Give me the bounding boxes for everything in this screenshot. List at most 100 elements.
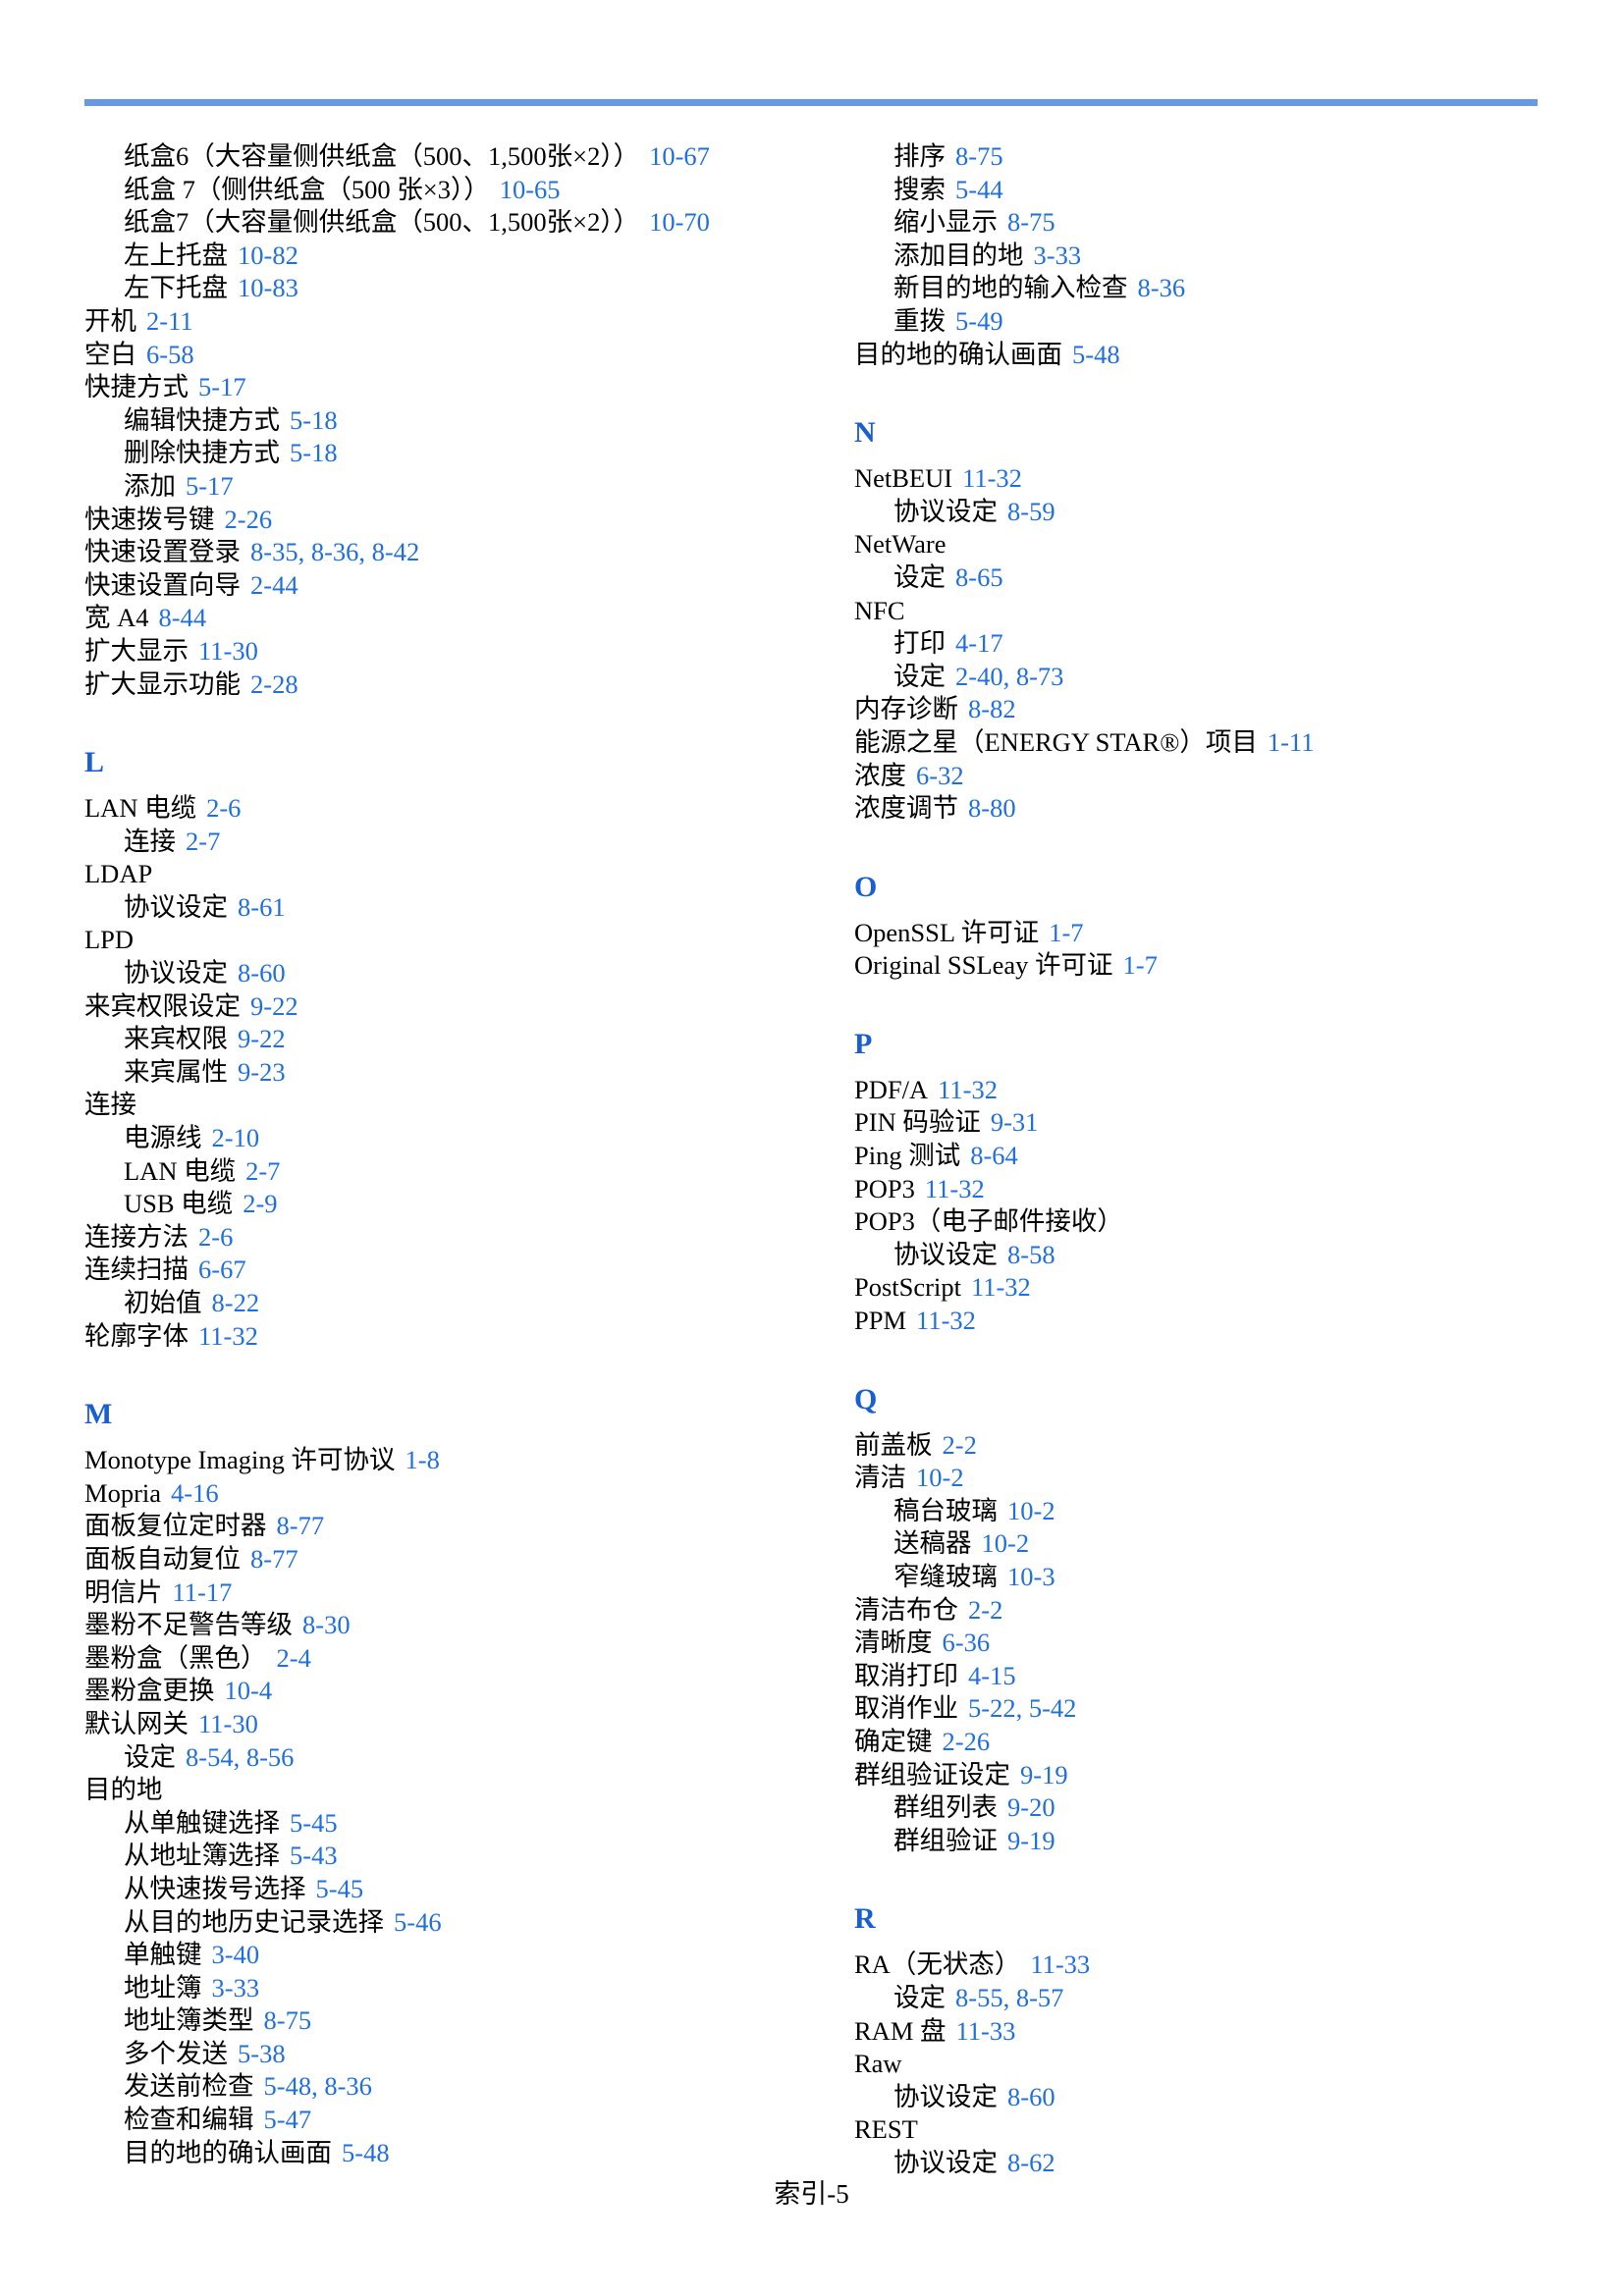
index-entry-page-reference[interactable]: 8-61 <box>238 892 286 922</box>
index-entry-page-reference[interactable]: 8-77 <box>250 1544 298 1574</box>
index-entry-page-reference[interactable]: 8-60 <box>238 958 286 988</box>
index-section: O OpenSSL 许可证 1-7 Original SSLeay 许可证 1-7 <box>854 871 1581 983</box>
index-entry-page-reference[interactable]: 10-82 <box>238 240 298 270</box>
index-entry-page-reference[interactable]: 11-32 <box>198 1321 258 1351</box>
index-entry-page-reference[interactable]: 1-7 <box>1049 918 1083 947</box>
index-entry-page-reference[interactable]: 2-6 <box>198 1222 233 1252</box>
index-entry-page-reference[interactable]: 10-3 <box>1007 1562 1055 1591</box>
index-entry-page-reference[interactable]: 9-22 <box>238 1024 286 1053</box>
index-entry-page-reference[interactable]: 8-75 <box>955 141 1003 171</box>
index-entry-page-reference[interactable]: 1-7 <box>1123 950 1158 980</box>
index-entry-page-reference[interactable]: 8-75 <box>264 2005 312 2035</box>
index-entry-page-reference[interactable]: 3-33 <box>1034 240 1082 270</box>
index-entry-page-reference[interactable]: 10-65 <box>500 175 561 204</box>
index-entry-page-reference[interactable]: 9-31 <box>991 1107 1039 1137</box>
index-entry-page-reference[interactable]: 8-36 <box>1138 273 1186 302</box>
index-entry-page-reference[interactable]: 11-33 <box>956 2016 1016 2046</box>
index-entry-page-reference[interactable]: 6-67 <box>198 1255 246 1284</box>
index-entry-page-reference[interactable]: 2-44 <box>250 570 298 600</box>
index-entry-page-reference[interactable]: 2-26 <box>225 505 273 534</box>
index-entry-page-reference[interactable]: 5-43 <box>290 1841 338 1870</box>
index-entry-page-reference[interactable]: 10-2 <box>982 1528 1030 1558</box>
index-entry-page-reference[interactable]: 5-48, 8-36 <box>264 2071 372 2101</box>
index-entry-page-reference[interactable]: 2-2 <box>968 1595 1002 1625</box>
index-entry-page-reference[interactable]: 2-26 <box>943 1727 991 1756</box>
index-entry-page-reference[interactable]: 5-48 <box>1072 340 1120 369</box>
index-entry-page-reference[interactable]: 8-58 <box>1007 1240 1055 1269</box>
index-entry-page-reference[interactable]: 8-82 <box>968 694 1016 723</box>
index-entry-page-reference[interactable]: 5-18 <box>290 438 338 467</box>
index-entry-page-reference[interactable]: 10-4 <box>225 1676 273 1705</box>
index-entry-page-reference[interactable]: 8-54, 8-56 <box>186 1742 294 1772</box>
index-entry-page-reference[interactable]: 8-80 <box>968 793 1016 823</box>
index-entry-page-reference[interactable]: 4-16 <box>171 1478 219 1508</box>
index-entry-page-reference[interactable]: 2-10 <box>212 1123 260 1152</box>
index-entry-page-reference[interactable]: 3-33 <box>212 1973 260 2002</box>
index-entry-page-reference[interactable]: 2-7 <box>245 1156 280 1186</box>
index-entry-page-reference[interactable]: 10-2 <box>1007 1496 1055 1525</box>
index-entry-page-reference[interactable]: 11-32 <box>971 1272 1031 1302</box>
index-entry-page-reference[interactable]: 4-17 <box>955 628 1003 658</box>
index-entry-page-reference[interactable]: 5-48 <box>342 2138 390 2167</box>
index-entry-page-reference[interactable]: 8-35, 8-36, 8-42 <box>250 537 419 566</box>
index-entry-page-reference[interactable]: 2-11 <box>146 306 193 336</box>
index-entry: 打印 4-17 <box>854 627 1581 661</box>
index-entry-page-reference[interactable]: 11-30 <box>198 636 258 666</box>
index-entry-page-reference[interactable]: 2-40, 8-73 <box>955 662 1063 691</box>
index-entry-page-reference[interactable]: 9-20 <box>1007 1792 1055 1822</box>
index-entry-page-reference[interactable]: 8-55, 8-57 <box>955 1983 1063 2012</box>
index-entry-page-reference[interactable]: 9-19 <box>1020 1760 1068 1789</box>
index-entry-page-reference[interactable]: 10-67 <box>649 141 710 171</box>
index-entry-page-reference[interactable]: 8-77 <box>277 1511 325 1540</box>
index-entry-page-reference[interactable]: 5-17 <box>198 372 246 401</box>
index-entry-page-reference[interactable]: 6-36 <box>943 1628 991 1657</box>
index-entry-page-reference[interactable]: 10-83 <box>238 273 298 302</box>
index-entry-page-reference[interactable]: 3-40 <box>212 1940 260 1969</box>
index-entry-page-reference[interactable]: 8-30 <box>302 1610 351 1639</box>
index-entry-page-reference[interactable]: 5-44 <box>955 175 1003 204</box>
index-entry-term: 单触键 <box>124 1940 202 1970</box>
index-entry-page-reference[interactable]: 5-45 <box>290 1808 338 1838</box>
index-entry-page-reference[interactable]: 5-45 <box>316 1874 364 1903</box>
index-entry-page-reference[interactable]: 11-32 <box>962 463 1022 493</box>
index-entry: 设定 8-65 <box>854 561 1581 595</box>
index-entry-page-reference[interactable]: 8-64 <box>970 1141 1018 1170</box>
index-entry-term: 明信片 <box>84 1576 163 1607</box>
index-entry-page-reference[interactable]: 2-6 <box>206 793 241 823</box>
index-entry-page-reference[interactable]: 10-2 <box>916 1463 964 1492</box>
index-entry-page-reference[interactable]: 8-59 <box>1007 497 1055 526</box>
index-entry-page-reference[interactable]: 1-8 <box>406 1445 440 1474</box>
index-entry-page-reference[interactable]: 1-11 <box>1268 727 1315 757</box>
index-entry-page-reference[interactable]: 5-17 <box>186 471 234 501</box>
index-entry-page-reference[interactable]: 2-4 <box>277 1643 311 1673</box>
index-entry-page-reference[interactable]: 2-7 <box>186 827 220 856</box>
index-entry-page-reference[interactable]: 11-32 <box>916 1306 976 1335</box>
index-entry-page-reference[interactable]: 11-33 <box>1030 1949 1090 1979</box>
index-entry-page-reference[interactable]: 6-58 <box>146 340 194 369</box>
index-entry: NetBEUI 11-32 <box>854 462 1581 496</box>
index-entry-page-reference[interactable]: 8-44 <box>159 603 207 632</box>
index-entry-page-reference[interactable]: 8-22 <box>212 1288 260 1317</box>
index-entry-page-reference[interactable]: 2-28 <box>250 669 298 699</box>
index-entry-page-reference[interactable]: 9-23 <box>238 1057 286 1087</box>
index-entry-page-reference[interactable]: 5-22, 5-42 <box>968 1693 1076 1723</box>
index-entry-page-reference[interactable]: 5-49 <box>955 306 1003 336</box>
index-entry-page-reference[interactable]: 11-30 <box>198 1709 258 1738</box>
index-entry-page-reference[interactable]: 11-32 <box>925 1174 985 1203</box>
index-entry-page-reference[interactable]: 6-32 <box>916 761 964 790</box>
index-entry-page-reference[interactable]: 8-75 <box>1007 207 1055 237</box>
index-entry-page-reference[interactable]: 2-2 <box>943 1430 977 1460</box>
index-entry-page-reference[interactable]: 11-17 <box>173 1577 233 1607</box>
index-entry-page-reference[interactable]: 10-70 <box>649 207 710 237</box>
index-entry-page-reference[interactable]: 4-15 <box>968 1661 1016 1690</box>
index-entry-page-reference[interactable]: 9-19 <box>1007 1826 1055 1855</box>
index-entry-page-reference[interactable]: 5-46 <box>394 1907 442 1937</box>
index-entry-page-reference[interactable]: 2-9 <box>243 1189 277 1218</box>
index-entry-page-reference[interactable]: 8-65 <box>955 562 1003 592</box>
index-entry-page-reference[interactable]: 5-18 <box>290 405 338 435</box>
index-entry-page-reference[interactable]: 9-22 <box>250 991 298 1021</box>
index-entry-page-reference[interactable]: 5-47 <box>264 2105 312 2134</box>
index-entry-page-reference[interactable]: 8-60 <box>1007 2082 1055 2111</box>
index-entry-page-reference[interactable]: 11-32 <box>938 1075 998 1104</box>
index-entry-page-reference[interactable]: 5-38 <box>238 2039 286 2068</box>
